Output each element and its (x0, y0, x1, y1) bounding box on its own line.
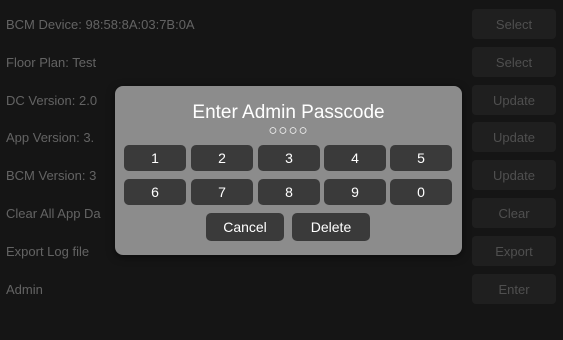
key-0[interactable]: 0 (390, 179, 452, 205)
key-3[interactable]: 3 (258, 145, 320, 171)
key-7[interactable]: 7 (191, 179, 253, 205)
key-9[interactable]: 9 (324, 179, 386, 205)
key-8[interactable]: 8 (258, 179, 320, 205)
key-6[interactable]: 6 (124, 179, 186, 205)
admin-passcode-dialog: Enter Admin Passcode ○○○○ 1 2 3 4 5 6 7 … (115, 86, 462, 255)
key-1[interactable]: 1 (124, 145, 186, 171)
cancel-button[interactable]: Cancel (206, 213, 284, 241)
key-2[interactable]: 2 (191, 145, 253, 171)
delete-button[interactable]: Delete (292, 213, 370, 241)
dialog-title: Enter Admin Passcode (192, 102, 385, 123)
key-5[interactable]: 5 (390, 145, 452, 171)
key-4[interactable]: 4 (324, 145, 386, 171)
passcode-indicator: ○○○○ (268, 122, 309, 139)
